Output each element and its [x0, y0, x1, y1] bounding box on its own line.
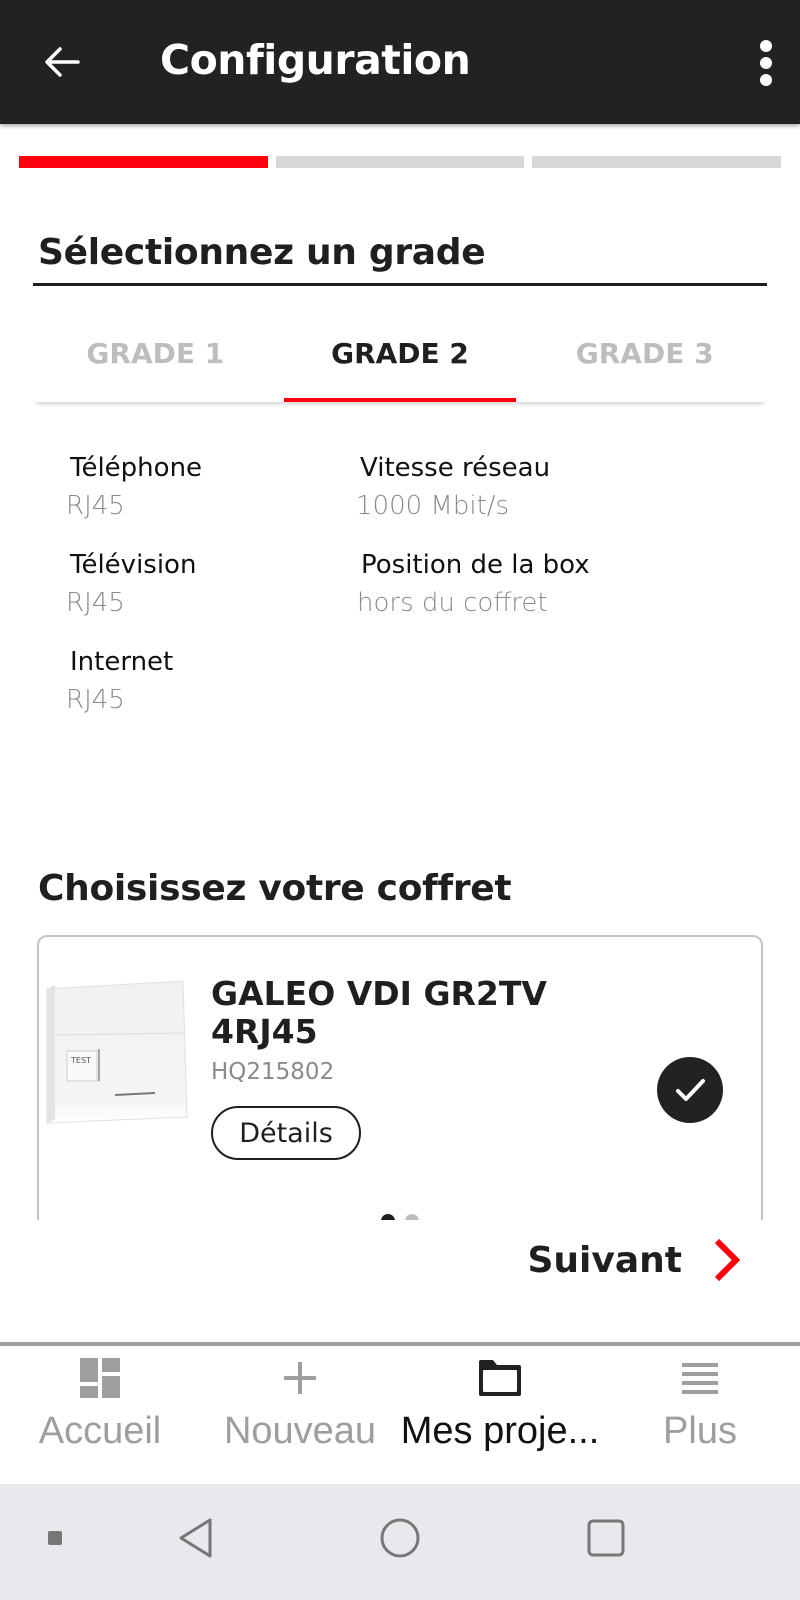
tab-grade-1[interactable]: GRADE 1: [33, 310, 278, 402]
system-back-button[interactable]: [170, 1508, 220, 1568]
product-reference: HQ215802: [211, 1059, 335, 1085]
system-navigation-bar: [0, 1484, 800, 1600]
spec-television: Télévision RJ45: [66, 550, 197, 618]
details-button[interactable]: Détails: [211, 1106, 361, 1160]
system-home-button[interactable]: [372, 1508, 428, 1568]
spec-label: Internet: [70, 647, 174, 677]
bottom-navigation: Accueil Nouveau Mes proje... Plus: [0, 1342, 800, 1484]
step-1-indicator: [19, 156, 268, 168]
more-vert-icon-dot: [760, 57, 772, 69]
nav-label: Nouveau: [223, 1410, 377, 1452]
back-triangle-icon: [179, 1518, 212, 1558]
app-bar: Configuration: [0, 0, 800, 124]
more-vert-icon-dot: [760, 74, 772, 86]
checkmark-icon: [676, 1079, 705, 1101]
spec-label: Télévision: [70, 550, 197, 580]
selected-check-button[interactable]: [657, 1057, 723, 1123]
tab-grade-3[interactable]: GRADE 3: [522, 310, 767, 402]
recents-square-icon: [587, 1519, 625, 1557]
more-options-button[interactable]: [748, 38, 784, 88]
title-divider: [33, 283, 767, 286]
page-title: Configuration: [160, 36, 471, 84]
chevron-right-icon: [714, 1238, 741, 1282]
spec-label: Position de la box: [361, 550, 590, 580]
system-menu-button[interactable]: [40, 1508, 70, 1568]
more-vert-icon-dot: [760, 40, 772, 52]
nav-item-accueil[interactable]: Accueil: [0, 1346, 200, 1484]
nav-label: Mes proje...: [400, 1410, 600, 1452]
nav-item-mes-projets[interactable]: Mes proje...: [400, 1346, 600, 1484]
spec-value: RJ45: [66, 491, 125, 521]
back-button[interactable]: [38, 38, 86, 86]
nav-item-plus[interactable]: Plus: [600, 1346, 800, 1484]
tab-grade-2[interactable]: GRADE 2: [278, 310, 523, 402]
plus-icon: [284, 1362, 316, 1394]
nav-label: Accueil: [38, 1410, 162, 1452]
dashboard-icon: [80, 1358, 120, 1398]
spec-telephone: Téléphone RJ45: [66, 453, 203, 521]
menu-dot-icon: [48, 1531, 62, 1545]
spec-label: Téléphone: [70, 453, 203, 483]
spec-value: 1000 Mbit/s: [356, 491, 510, 521]
next-button-label: Suivant: [527, 1239, 683, 1281]
spec-value: RJ45: [66, 685, 125, 715]
system-recents-button[interactable]: [578, 1508, 634, 1568]
coffret-section-title: Choisissez votre coffret: [38, 868, 512, 909]
spec-value: hors du coffret: [357, 588, 548, 618]
spec-box-position: Position de la box hors du coffret: [357, 550, 590, 618]
next-button[interactable]: Suivant: [528, 1238, 743, 1282]
spec-label: Vitesse réseau: [360, 453, 551, 483]
product-image: TEST: [46, 980, 188, 1124]
arrow-left-icon: [45, 47, 80, 77]
product-name: GALEO VDI GR2TV 4RJ45: [211, 974, 547, 1051]
spec-value: RJ45: [66, 588, 125, 618]
product-image-label: TEST: [70, 1056, 91, 1065]
menu-icon: [682, 1363, 718, 1394]
nav-item-nouveau[interactable]: Nouveau: [200, 1346, 400, 1484]
folder-icon: [479, 1360, 521, 1396]
product-card[interactable]: TEST GALEO VDI GR2TV 4RJ45 HQ215802 Déta…: [37, 935, 763, 1225]
grade-tabs: GRADE 1 GRADE 2 GRADE 3: [33, 310, 767, 402]
spec-internet: Internet RJ45: [66, 647, 174, 715]
nav-label: Plus: [663, 1410, 737, 1452]
spec-network-speed: Vitesse réseau 1000 Mbit/s: [356, 453, 551, 521]
grade-section-title: Sélectionnez un grade: [38, 232, 486, 273]
home-circle-icon: [380, 1518, 420, 1558]
step-3-indicator: [532, 156, 782, 168]
progress-stepper: [19, 156, 782, 168]
next-bar: Suivant: [0, 1220, 800, 1342]
step-2-indicator: [275, 156, 525, 168]
